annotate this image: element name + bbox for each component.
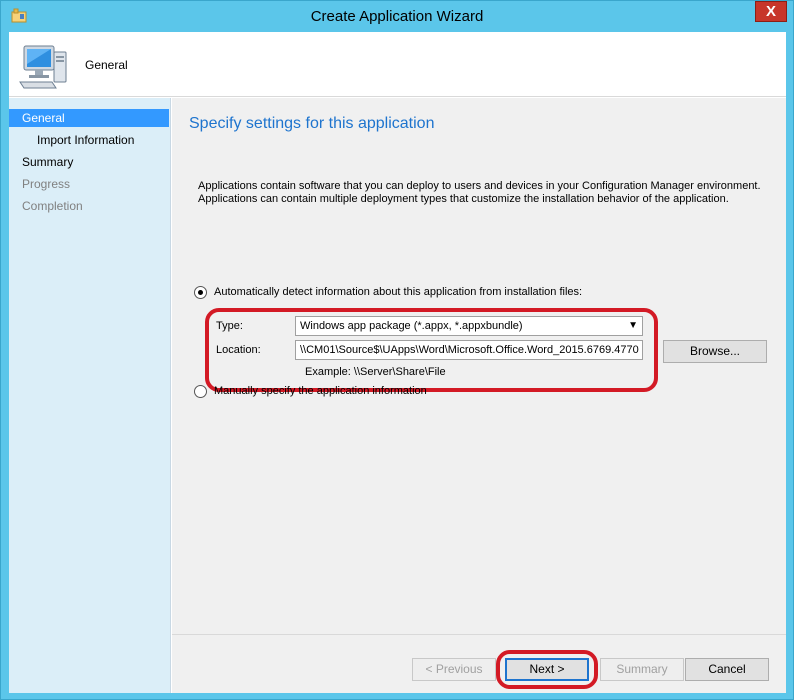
header-page-name: General	[85, 58, 128, 72]
close-button[interactable]: X	[755, 1, 787, 22]
summary-button: Summary	[600, 658, 684, 681]
description: Applications contain software that you c…	[198, 180, 778, 206]
wizard-client-area: General General Import Information Summa…	[9, 32, 786, 693]
nav-item-general[interactable]: General	[9, 109, 169, 127]
highlight-annotation-next	[496, 650, 598, 689]
nav-item-import-information[interactable]: Import Information	[9, 131, 169, 149]
nav-item-progress: Progress	[22, 177, 71, 191]
page-title: Specify settings for this application	[189, 115, 435, 132]
content-panel: Specify settings for this application Ap…	[172, 98, 786, 634]
nav-item-completion: Completion	[22, 199, 83, 213]
manual-specify-label[interactable]: Manually specify the application informa…	[214, 385, 427, 397]
description-line-1: Applications contain software that you c…	[198, 180, 761, 192]
cancel-button[interactable]: Cancel	[685, 658, 769, 681]
highlight-annotation-fields	[205, 308, 658, 392]
manual-specify-radio[interactable]	[194, 385, 207, 398]
auto-detect-radio[interactable]	[194, 286, 207, 299]
auto-detect-label[interactable]: Automatically detect information about t…	[214, 286, 582, 298]
wizard-nav: General Import Information Summary Progr…	[9, 98, 171, 693]
browse-button[interactable]: Browse...	[663, 340, 767, 363]
previous-button: < Previous	[412, 658, 496, 681]
wizard-header: General	[9, 32, 786, 97]
title-bar[interactable]: Create Application Wizard X	[1, 1, 793, 32]
wizard-footer: < Previous Next > Summary Cancel	[172, 634, 786, 693]
nav-item-summary[interactable]: Summary	[9, 153, 169, 171]
wizard-window: Create Application Wizard X General Gene…	[0, 0, 794, 700]
computer-icon	[19, 45, 67, 89]
description-line-2: Applications can contain multiple deploy…	[198, 193, 729, 205]
window-title: Create Application Wizard	[310, 8, 484, 25]
